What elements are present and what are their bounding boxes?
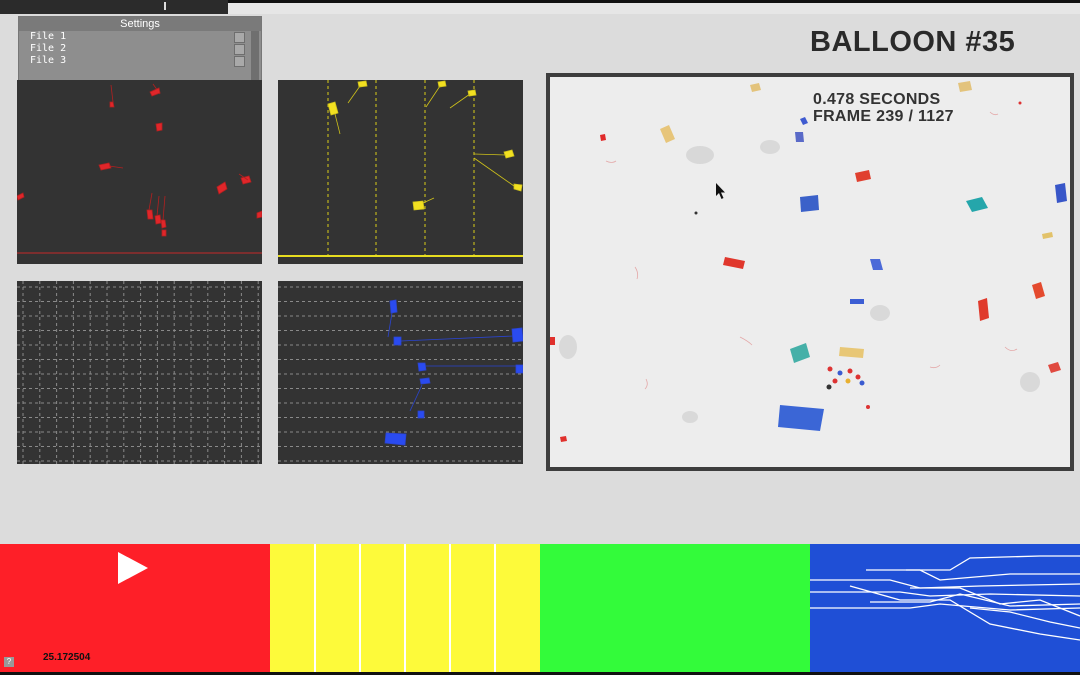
file-3-checkbox[interactable] [234, 56, 245, 67]
settings-file-1-row[interactable]: File 1 [19, 31, 261, 43]
frame-readout: FRAME 239 / 1127 [813, 108, 954, 125]
file-1-label: File 1 [30, 31, 67, 42]
blue-timeline-strip[interactable] [810, 544, 1080, 672]
blue-particles [278, 286, 523, 462]
red-timeline-strip[interactable]: ? 25.172504 [0, 544, 270, 672]
green-timeline-strip[interactable] [540, 544, 810, 672]
red-particles [17, 83, 262, 254]
settings-scrollbar[interactable] [251, 31, 259, 81]
file-2-checkbox[interactable] [234, 44, 245, 55]
blue-strip-lines [810, 555, 1080, 641]
help-icon[interactable]: ? [4, 657, 14, 667]
playback-overlay: 0.478 SECONDS FRAME 239 / 1127 [813, 91, 954, 125]
play-icon[interactable] [118, 552, 148, 584]
confetti-scene [550, 81, 1067, 442]
mouse-cursor-icon [716, 183, 725, 199]
settings-panel: Settings File 1 File 2 File 3 [18, 16, 262, 82]
file-2-label: File 2 [30, 43, 67, 54]
file-3-label: File 3 [30, 55, 67, 66]
settings-file-3-row[interactable]: File 3 [19, 55, 261, 67]
timecode-readout: 25.172504 [43, 652, 91, 663]
grid-panel [17, 281, 262, 464]
settings-file-2-row[interactable]: File 2 [19, 43, 261, 55]
grid-lines [17, 281, 262, 464]
yellow-strip-lines [314, 544, 496, 672]
seconds-readout: 0.478 SECONDS [813, 91, 941, 108]
yellow-particles [278, 80, 523, 257]
settings-title[interactable]: Settings [19, 17, 261, 31]
blue-tracking-panel [278, 281, 523, 464]
red-tracking-panel [17, 80, 262, 264]
yellow-timeline-strip[interactable] [270, 544, 540, 672]
page-title: BALLOON #35 [810, 26, 1016, 58]
toolbar-tick [164, 2, 166, 10]
file-1-checkbox[interactable] [234, 32, 245, 43]
yellow-tracking-panel [278, 80, 523, 264]
top-toolbar [0, 0, 228, 14]
video-frame[interactable]: 0.478 SECONDS FRAME 239 / 1127 [546, 73, 1074, 471]
